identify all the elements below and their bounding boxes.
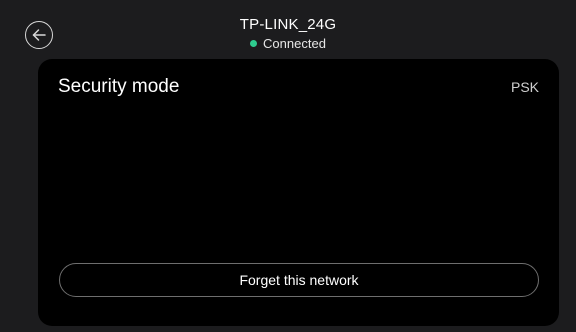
connection-status-text: Connected — [263, 35, 326, 51]
network-details-screen: TP-LINK_24G Connected Security mode PSK … — [0, 0, 576, 332]
forget-network-button[interactable]: Forget this network — [59, 263, 539, 297]
network-details-panel: Security mode PSK Forget this network — [38, 59, 559, 326]
security-mode-label: Security mode — [58, 76, 180, 97]
security-mode-value: PSK — [510, 79, 539, 95]
forget-network-label: Forget this network — [239, 272, 359, 288]
security-mode-row: Security mode PSK — [58, 75, 539, 99]
connection-status: Connected — [250, 36, 326, 52]
network-header: TP-LINK_24G Connected — [0, 16, 576, 52]
status-dot-icon — [250, 40, 258, 47]
network-name: TP-LINK_24G — [239, 16, 337, 33]
